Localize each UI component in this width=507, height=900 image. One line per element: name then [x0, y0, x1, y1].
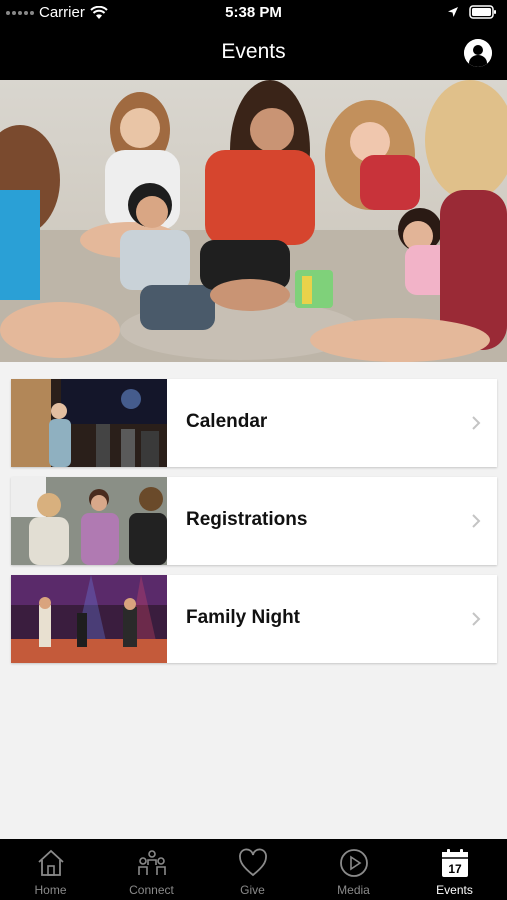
card-calendar[interactable]: Calendar [11, 379, 497, 467]
status-time: 5:38 PM [225, 4, 282, 21]
hero-photo [0, 80, 507, 362]
chevron-right-icon [472, 416, 481, 430]
battery-icon [469, 5, 496, 19]
card-registrations[interactable]: Registrations [11, 477, 497, 565]
tab-label: Events [436, 883, 473, 897]
chevron-right-icon [472, 514, 481, 528]
person-icon [464, 39, 492, 67]
registrations-thumbnail [11, 477, 167, 565]
tab-label: Media [337, 883, 370, 897]
tab-events[interactable]: 17 Events [404, 839, 505, 900]
heart-icon [239, 848, 267, 877]
calendar-badge: 17 [448, 862, 462, 876]
calendar-thumbnail [11, 379, 167, 467]
tab-bar: Home Connect Give Media 17 Events [0, 839, 507, 900]
chevron-right-icon [472, 612, 481, 626]
hero-image [0, 80, 507, 362]
nav-bar: Events [0, 26, 507, 80]
tab-home[interactable]: Home [0, 839, 101, 900]
tab-label: Connect [129, 883, 174, 897]
tab-media[interactable]: Media [303, 839, 404, 900]
profile-button[interactable] [464, 39, 492, 67]
tab-label: Give [240, 883, 265, 897]
tab-connect[interactable]: Connect [101, 839, 202, 900]
tab-give[interactable]: Give [202, 839, 303, 900]
card-label: Registrations [186, 509, 308, 530]
card-family-night[interactable]: Family Night [11, 575, 497, 663]
people-icon [138, 850, 166, 875]
calendar-icon: 17 [442, 849, 468, 877]
card-label: Calendar [186, 411, 268, 432]
tab-label: Home [34, 883, 67, 897]
family-night-thumbnail [11, 575, 167, 663]
play-icon [340, 849, 368, 877]
status-right [447, 5, 497, 19]
location-arrow-icon [448, 7, 458, 17]
status-bar: Carrier 5:38 PM [0, 0, 507, 26]
card-label: Family Night [186, 607, 301, 628]
house-icon [38, 849, 64, 876]
page-title: Events [221, 40, 286, 63]
